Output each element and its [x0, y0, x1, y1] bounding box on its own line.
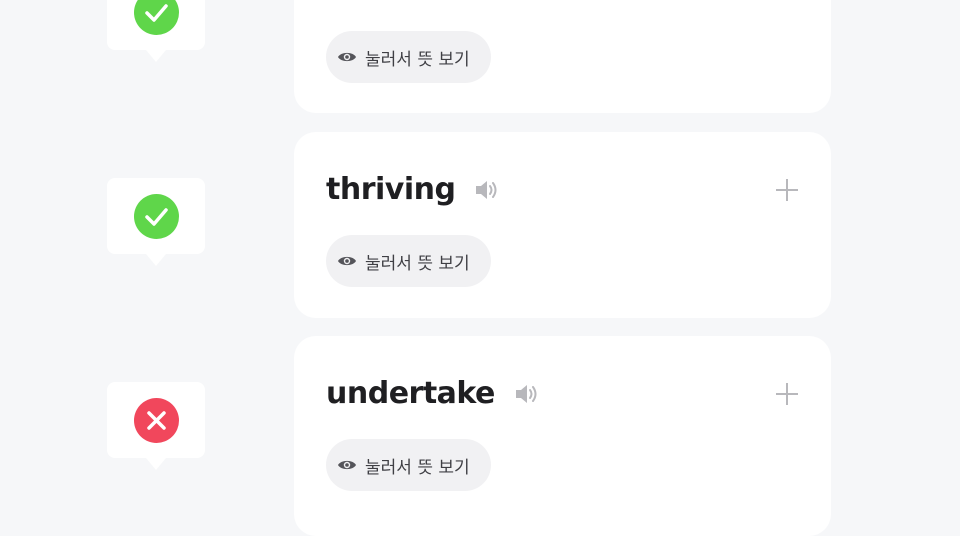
plus-icon[interactable] — [776, 179, 798, 201]
reveal-meaning-label: 눌러서 뜻 보기 — [365, 457, 470, 478]
word-row: thriving — [326, 170, 499, 210]
result-marker-3 — [107, 382, 205, 470]
check-icon — [145, 208, 168, 226]
incorrect-status — [134, 398, 179, 443]
reveal-meaning-button[interactable]: 눌러서 뜻 보기 — [326, 235, 491, 287]
reveal-meaning-label: 눌러서 뜻 보기 — [365, 49, 470, 70]
correct-status — [134, 194, 179, 239]
eye-icon — [338, 256, 356, 266]
vocab-word: undertake — [326, 376, 495, 411]
reveal-meaning-label: 눌러서 뜻 보기 — [365, 253, 470, 274]
reveal-meaning-button[interactable]: 눌러서 뜻 보기 — [326, 31, 491, 83]
x-icon — [147, 411, 166, 430]
eye-icon — [338, 460, 356, 470]
speaker-icon[interactable] — [473, 177, 499, 203]
word-card-1: 눌러서 뜻 보기 — [294, 0, 831, 113]
reveal-meaning-button[interactable]: 눌러서 뜻 보기 — [326, 439, 491, 491]
vocab-word: thriving — [326, 172, 456, 207]
eye-icon — [338, 52, 356, 62]
result-marker-1 — [107, 0, 205, 62]
plus-icon[interactable] — [776, 383, 798, 405]
speaker-icon[interactable] — [513, 381, 539, 407]
word-card-2: thriving 눌러서 뜻 보기 — [294, 132, 831, 318]
result-marker-2 — [107, 178, 205, 266]
correct-status — [134, 0, 179, 35]
check-icon — [145, 4, 168, 22]
word-row: undertake — [326, 374, 539, 414]
word-card-3: undertake 눌러서 뜻 보기 — [294, 336, 831, 536]
